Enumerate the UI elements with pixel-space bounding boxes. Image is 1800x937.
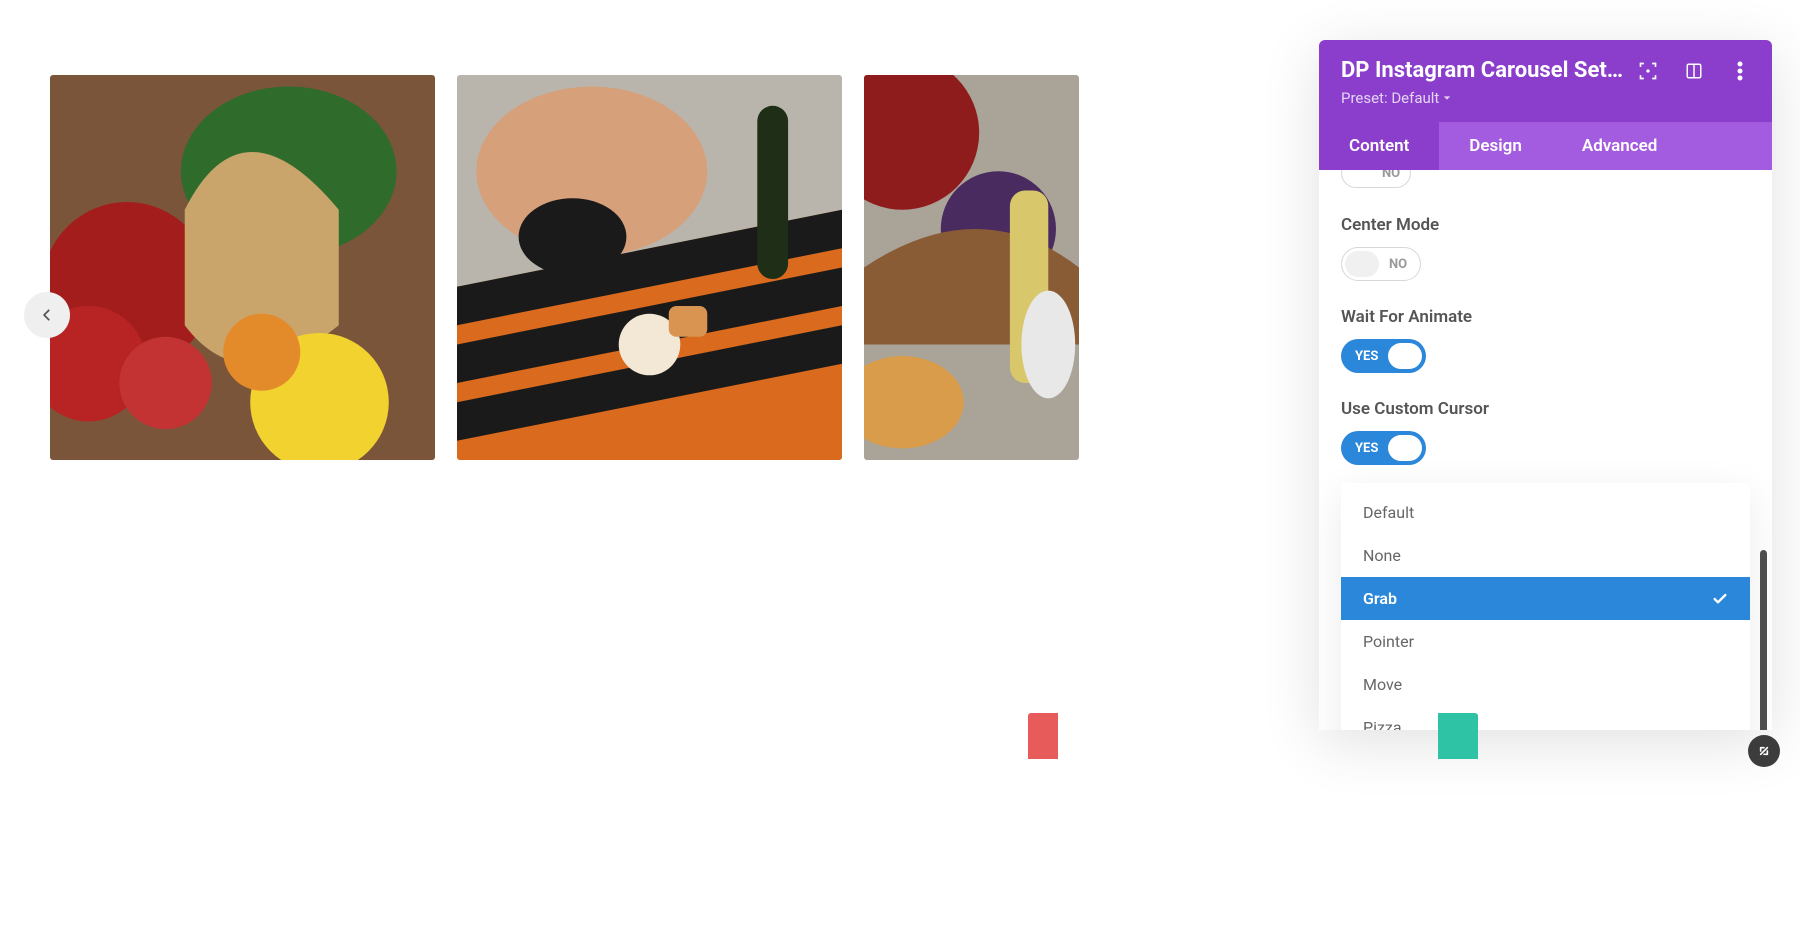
cursor-option-move[interactable]: Move: [1341, 663, 1750, 706]
panel-header: DP Instagram Carousel Sett... Preset: De…: [1319, 40, 1772, 122]
cursor-option-default[interactable]: Default: [1341, 491, 1750, 534]
carousel-item: [50, 75, 435, 460]
cursor-option-none[interactable]: None: [1341, 534, 1750, 577]
caret-down-icon: [1443, 94, 1451, 102]
resize-icon: [1756, 743, 1772, 759]
tab-design[interactable]: Design: [1439, 122, 1552, 170]
carousel-item: [864, 75, 1079, 460]
option-label: Move: [1363, 675, 1402, 694]
scrollbar-thumb[interactable]: [1760, 550, 1767, 730]
check-icon: [1712, 591, 1728, 607]
panel-title: DP Instagram Carousel Sett...: [1341, 58, 1624, 83]
tab-advanced[interactable]: Advanced: [1552, 122, 1688, 170]
save-button[interactable]: [1438, 713, 1478, 759]
carousel-prev-button[interactable]: [24, 292, 70, 338]
option-label: Grab: [1363, 589, 1397, 608]
chevron-left-icon: [40, 308, 54, 322]
carousel-preview: [50, 75, 1250, 460]
field-center-mode: Center Mode NO: [1341, 215, 1750, 281]
tabs: Content Design Advanced: [1319, 122, 1772, 170]
toggle-partial[interactable]: NO: [1341, 170, 1411, 188]
toggle-label: NO: [1379, 257, 1417, 272]
preset-selector[interactable]: Preset: Default: [1341, 89, 1451, 107]
panel-body: NO Center Mode NO Wait For Animate YES U…: [1319, 170, 1772, 730]
tab-content[interactable]: Content: [1319, 122, 1439, 170]
field-use-custom-cursor: Use Custom Cursor YES: [1341, 399, 1750, 465]
toggle-use-custom-cursor[interactable]: YES: [1341, 431, 1426, 465]
field-label: Center Mode: [1341, 215, 1750, 235]
cursor-option-grab[interactable]: Grab: [1341, 577, 1750, 620]
preset-label: Preset: Default: [1341, 89, 1439, 107]
cursor-dropdown: Default None Grab Pointer Move: [1341, 483, 1750, 730]
column-icon[interactable]: [1684, 61, 1704, 81]
carousel-item: [457, 75, 842, 460]
settings-panel: DP Instagram Carousel Sett... Preset: De…: [1319, 40, 1772, 730]
option-label: Pointer: [1363, 632, 1414, 651]
toggle-wait-for-animate[interactable]: YES: [1341, 339, 1426, 373]
toggle-label: YES: [1345, 441, 1388, 456]
toggle-label: NO: [1374, 170, 1408, 181]
toggle-label: YES: [1345, 349, 1388, 364]
field-label: Use Custom Cursor: [1341, 399, 1750, 419]
option-label: None: [1363, 546, 1401, 565]
resize-handle[interactable]: [1748, 735, 1780, 767]
cursor-option-pointer[interactable]: Pointer: [1341, 620, 1750, 663]
toggle-center-mode[interactable]: NO: [1341, 247, 1421, 281]
cancel-button[interactable]: [1028, 713, 1058, 759]
field-label: Wait For Animate: [1341, 307, 1750, 327]
cursor-option-pizza[interactable]: Pizza: [1341, 706, 1750, 730]
menu-dots-icon[interactable]: [1730, 61, 1750, 81]
option-label: Pizza: [1363, 718, 1402, 730]
field-wait-for-animate: Wait For Animate YES: [1341, 307, 1750, 373]
option-label: Default: [1363, 503, 1414, 522]
focus-icon[interactable]: [1638, 61, 1658, 81]
